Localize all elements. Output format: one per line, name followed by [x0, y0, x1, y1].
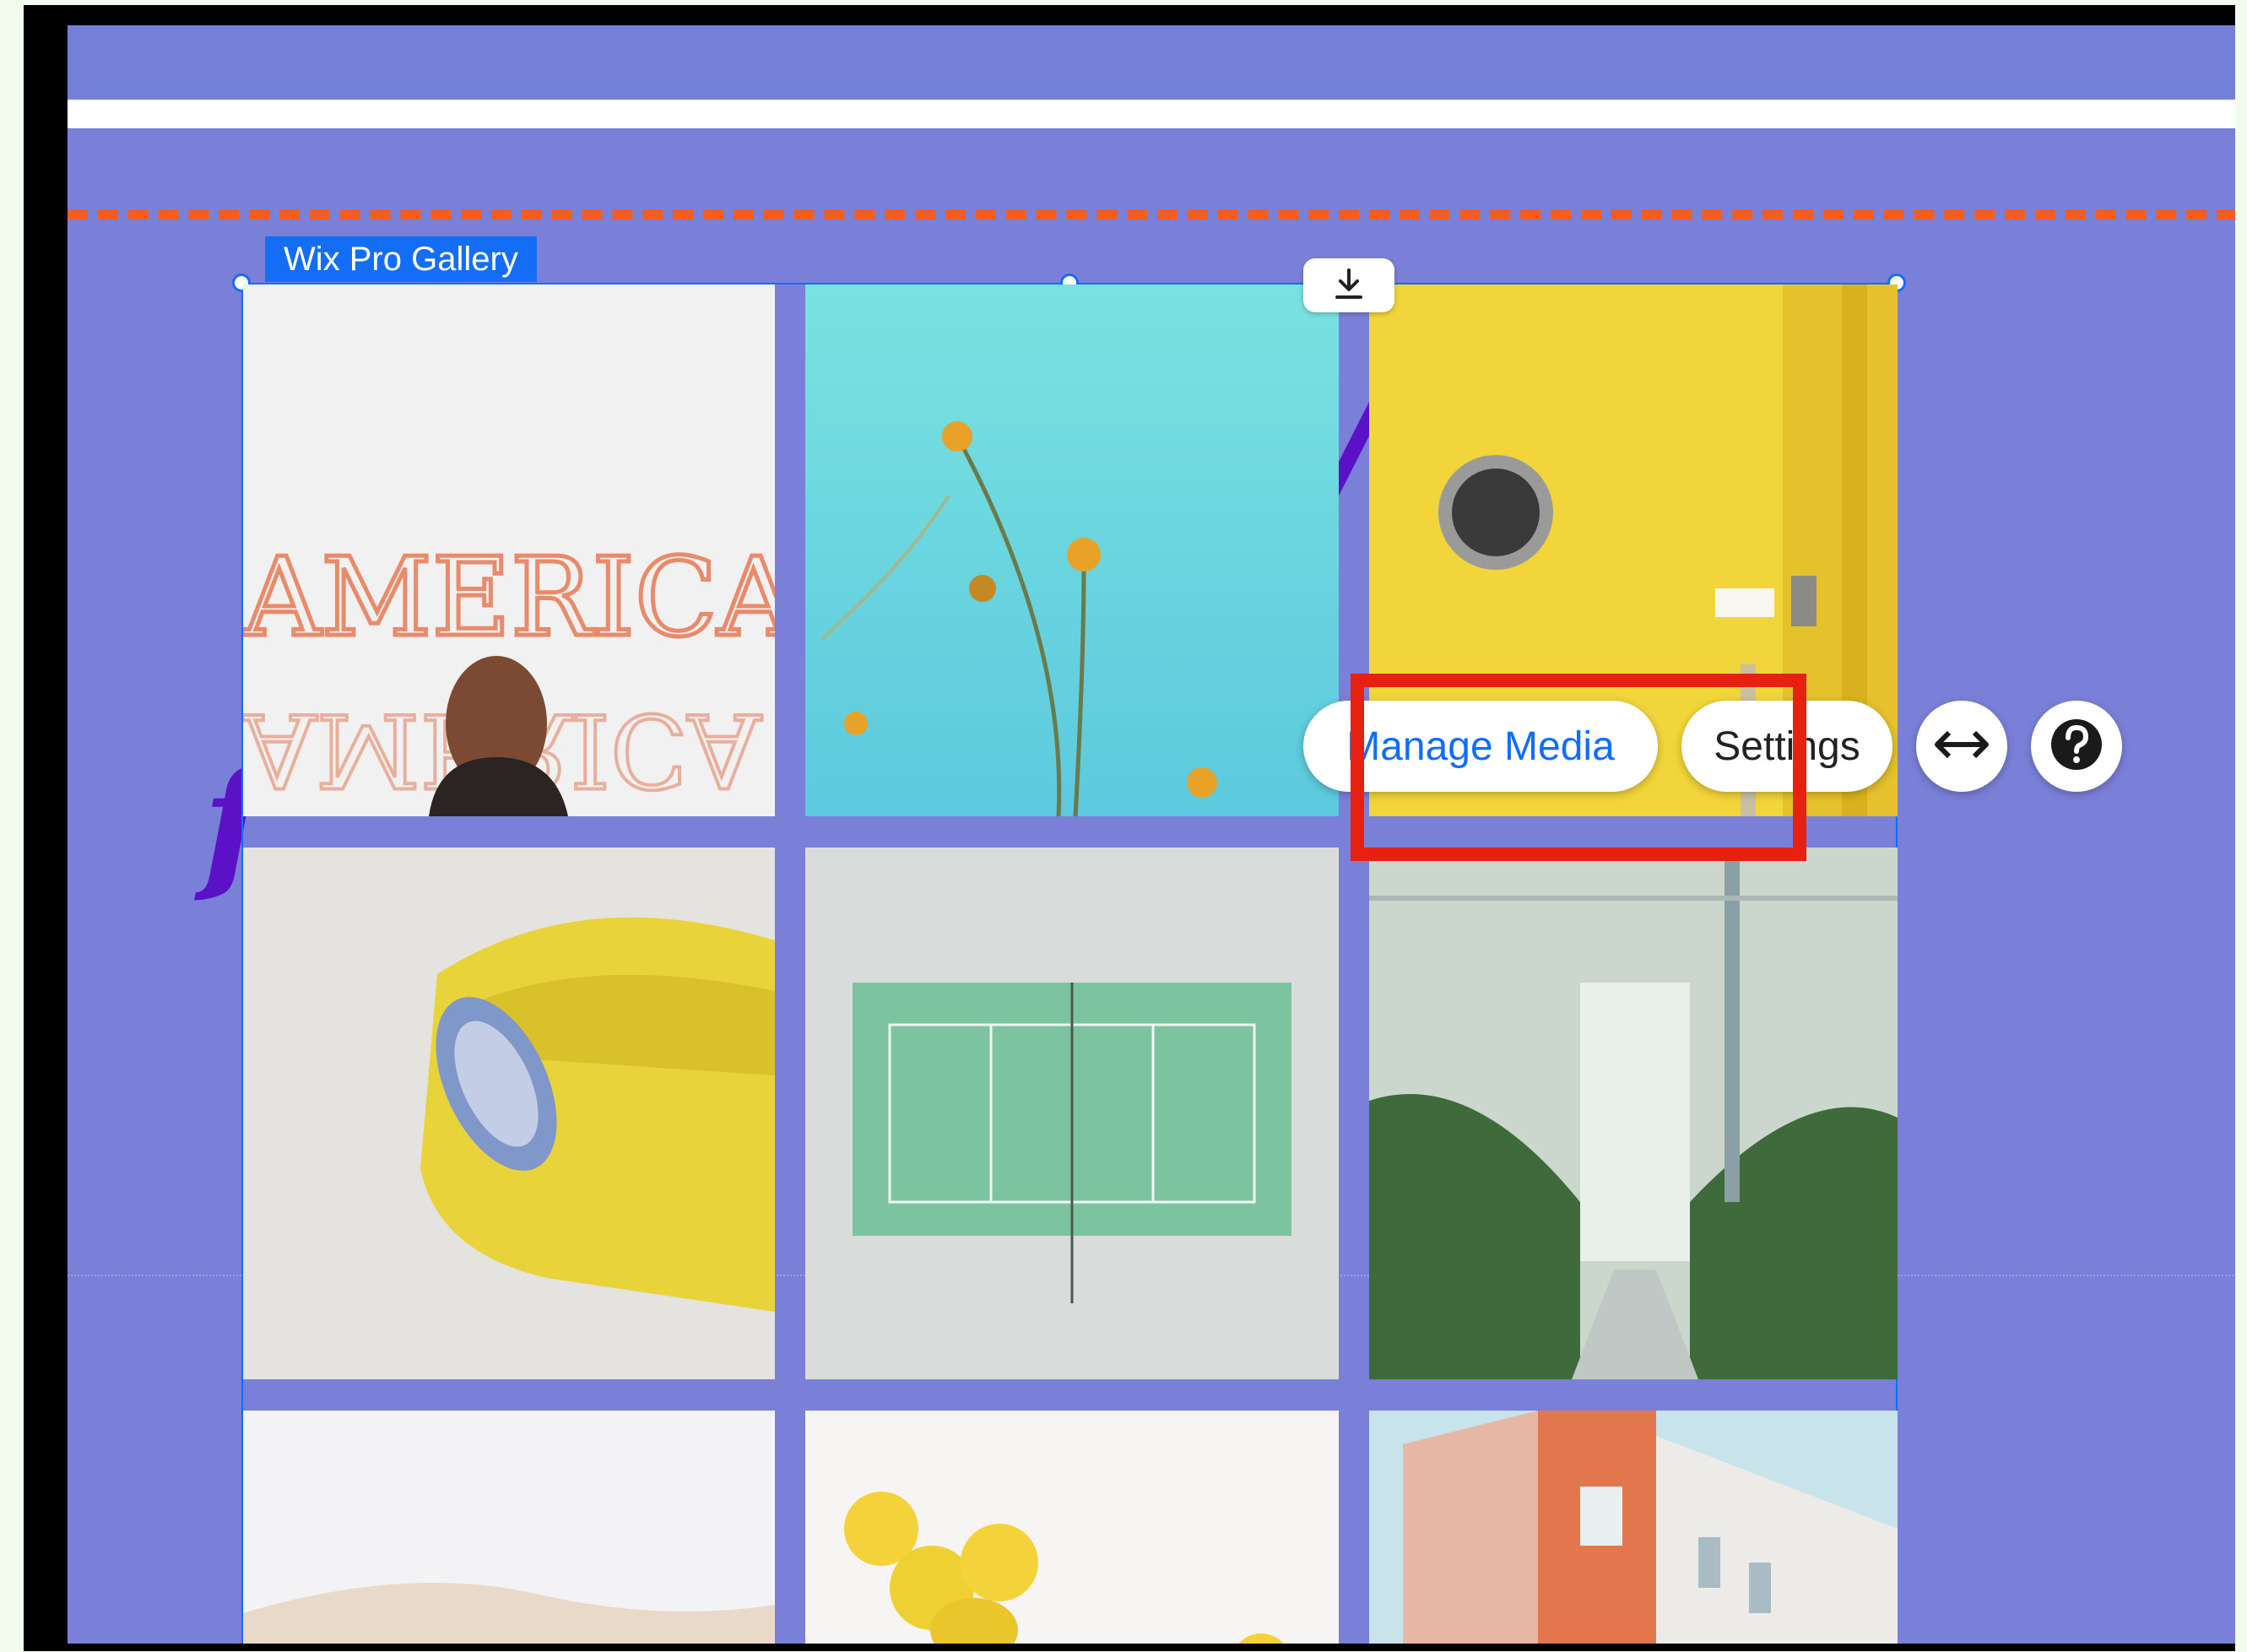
gallery-image-flowers[interactable] [805, 284, 1339, 816]
gallery-image-lemons[interactable] [805, 1411, 1339, 1644]
editor-canvas[interactable]: / f Wix Pro Gallery AMERICA AMERICA [68, 25, 2235, 1644]
question-circle-icon [2049, 718, 2104, 775]
double-arrow-icon [1932, 728, 1991, 765]
header-strip [68, 25, 2235, 100]
help-button[interactable] [2031, 701, 2122, 792]
gallery-image-building[interactable] [1369, 1411, 1898, 1644]
gallery-image-dunes[interactable] [243, 1411, 775, 1644]
header-divider [68, 100, 2235, 128]
component-label: Wix Pro Gallery [265, 236, 537, 282]
editor-frame: / f Wix Pro Gallery AMERICA AMERICA [24, 5, 2235, 1651]
download-icon [1334, 267, 1364, 304]
gallery-image-tennis-court[interactable] [805, 848, 1339, 1379]
section-dashed-guide [68, 209, 2235, 219]
gallery-image-yellow-chair[interactable] [243, 848, 775, 1379]
gallery-image-greenhouse[interactable] [1369, 848, 1898, 1379]
stretch-button[interactable] [1916, 701, 2007, 792]
highlight-box [1351, 674, 1806, 861]
download-button[interactable] [1303, 258, 1394, 312]
gallery-image-america[interactable]: AMERICA AMERICA [243, 284, 775, 816]
america-neon-text: AMERICA [243, 535, 775, 661]
